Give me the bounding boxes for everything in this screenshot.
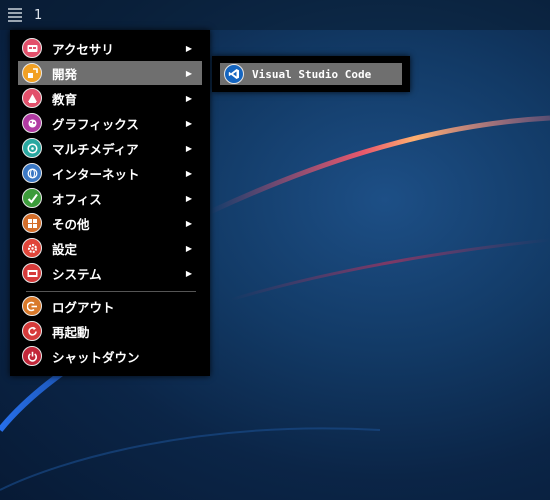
education-icon [22, 88, 42, 108]
menu-item-label: シャットダウン [52, 349, 140, 365]
menu-item-accessories[interactable]: アクセサリ ▶ [18, 36, 202, 60]
shutdown-icon [22, 346, 42, 366]
submenu-arrow-icon: ▶ [185, 93, 192, 103]
application-menu: アクセサリ ▶ 開発 ▶ 教育 ▶ グラフィックス ▶ マルチメディア ▶ インターネット ▶ オフィス… [10, 30, 210, 376]
menu-item-label: インターネット [52, 166, 140, 182]
graphics-icon [22, 113, 42, 133]
submenu-item-label: Visual Studio Code [252, 67, 372, 81]
menu-item-shutdown[interactable]: シャットダウン [18, 344, 202, 368]
submenu-arrow-icon: ▶ [185, 243, 192, 253]
menu-item-label: 開発 [52, 66, 78, 82]
system-icon [22, 263, 42, 283]
submenu-arrow-icon: ▶ [185, 68, 192, 78]
settings-icon [22, 238, 42, 258]
menu-item-label: 再起動 [52, 324, 90, 340]
menu-item-graphics[interactable]: グラフィックス ▶ [18, 111, 202, 135]
menu-item-development[interactable]: 開発 ▶ [18, 61, 202, 85]
accessories-icon [22, 38, 42, 58]
development-submenu: Visual Studio Code [212, 56, 410, 92]
top-panel: 1 [0, 0, 550, 30]
submenu-arrow-icon: ▶ [185, 143, 192, 153]
menu-item-settings[interactable]: 設定 ▶ [18, 236, 202, 260]
menu-item-reboot[interactable]: 再起動 [18, 319, 202, 343]
workspace-indicator[interactable]: 1 [34, 8, 42, 23]
menu-item-system[interactable]: システム ▶ [18, 261, 202, 285]
development-icon [22, 63, 42, 83]
menu-separator [26, 291, 196, 292]
submenu-arrow-icon: ▶ [185, 268, 192, 278]
internet-icon [22, 163, 42, 183]
menu-item-label: 設定 [52, 241, 78, 257]
menu-item-logout[interactable]: ログアウト [18, 294, 202, 318]
menu-item-multimedia[interactable]: マルチメディア ▶ [18, 136, 202, 160]
other-icon [22, 213, 42, 233]
menu-item-label: 教育 [52, 91, 78, 107]
menu-item-label: グラフィックス [52, 116, 139, 132]
menu-item-internet[interactable]: インターネット ▶ [18, 161, 202, 185]
multimedia-icon [22, 138, 42, 158]
app-menu-icon[interactable] [8, 8, 22, 22]
menu-item-other[interactable]: その他 ▶ [18, 211, 202, 235]
submenu-arrow-icon: ▶ [185, 118, 192, 128]
menu-item-education[interactable]: 教育 ▶ [18, 86, 202, 110]
menu-item-office[interactable]: オフィス ▶ [18, 186, 202, 210]
submenu-item-vscode[interactable]: Visual Studio Code [220, 63, 402, 85]
submenu-arrow-icon: ▶ [185, 168, 192, 178]
menu-item-label: システム [52, 266, 102, 282]
vscode-icon [224, 64, 244, 84]
menu-item-label: オフィス [52, 191, 102, 207]
menu-item-label: ログアウト [52, 299, 115, 315]
reboot-icon [22, 321, 42, 341]
menu-item-label: その他 [52, 216, 90, 232]
menu-item-label: マルチメディア [52, 141, 139, 157]
submenu-arrow-icon: ▶ [185, 43, 192, 53]
submenu-arrow-icon: ▶ [185, 193, 192, 203]
submenu-arrow-icon: ▶ [185, 218, 192, 228]
logout-icon [22, 296, 42, 316]
office-icon [22, 188, 42, 208]
menu-item-label: アクセサリ [52, 41, 114, 57]
